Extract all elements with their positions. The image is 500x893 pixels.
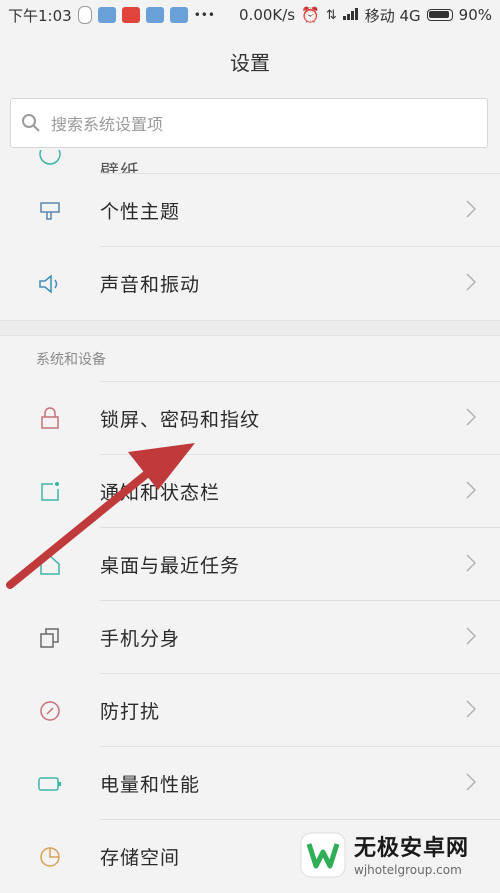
battery-icon: [0, 774, 100, 794]
home-icon: [0, 553, 100, 577]
page-title: 设置: [230, 50, 270, 75]
search-placeholder: 搜索系统设置项: [51, 115, 164, 134]
data-arrows-icon: ⇅: [325, 7, 337, 23]
settings-item-notifications[interactable]: 通知和状态栏: [0, 455, 500, 528]
chevron-right-icon: [466, 480, 477, 503]
settings-item-label: 通知和状态栏: [100, 482, 221, 504]
settings-item-label: 壁纸: [100, 161, 141, 174]
watermark: 无极安卓网 wjhotelgroup.com: [300, 832, 490, 882]
network-speed: 0.00K/s: [239, 6, 296, 24]
notification-icon: [0, 480, 100, 504]
settings-item-do-not-disturb[interactable]: 防打扰: [0, 674, 500, 747]
section-header: 系统和设备: [0, 336, 500, 382]
settings-item-label: 电量和性能: [100, 774, 201, 796]
speaker-icon: [0, 273, 100, 295]
watermark-title: 无极安卓网: [354, 836, 470, 861]
settings-item-wallpaper[interactable]: 壁纸: [0, 150, 500, 174]
carrier-label: 移动 4G: [364, 6, 421, 25]
page-header: 设置: [0, 30, 500, 92]
settings-item-label: 锁屏、密码和指纹: [100, 409, 261, 431]
qq-icon: [77, 6, 92, 24]
app-notification-icon: [169, 7, 188, 23]
more-notifications-icon: •••: [193, 8, 215, 22]
theme-icon: [0, 199, 100, 223]
settings-item-battery[interactable]: 电量和性能: [0, 747, 500, 820]
battery-icon: [426, 9, 453, 21]
settings-item-dual-apps[interactable]: 手机分身: [0, 601, 500, 674]
do-not-disturb-icon: [0, 699, 100, 723]
settings-item-label: 手机分身: [100, 628, 181, 650]
settings-item-theme[interactable]: 个性主题: [0, 174, 500, 247]
settings-item-desktop[interactable]: 桌面与最近任务: [0, 528, 500, 601]
watermark-url: wjhotelgroup.com: [354, 863, 462, 877]
lock-icon: [0, 406, 100, 431]
settings-item-label: 个性主题: [100, 201, 181, 223]
settings-item-label: 存储空间: [100, 847, 181, 869]
app-notification-icon: [97, 7, 116, 23]
chevron-right-icon: [466, 199, 477, 222]
app-notification-icon-red: [121, 7, 140, 23]
chevron-right-icon: [466, 553, 477, 576]
wallpaper-icon: [0, 150, 100, 174]
status-time: 下午1:03: [8, 6, 72, 25]
search-input[interactable]: 搜索系统设置项: [10, 98, 488, 148]
watermark-logo-icon: [300, 832, 346, 882]
chevron-right-icon: [466, 272, 477, 295]
chevron-right-icon: [466, 772, 477, 795]
alarm-icon: ⏰: [301, 6, 320, 24]
settings-item-label: 桌面与最近任务: [100, 555, 241, 577]
settings-item-label: 防打扰: [100, 701, 161, 723]
section-title: 系统和设备: [36, 352, 106, 368]
search-icon: [11, 113, 51, 133]
settings-item-label: 声音和振动: [100, 274, 201, 296]
battery-percent: 90%: [458, 6, 492, 24]
dual-apps-icon: [0, 626, 100, 650]
status-bar: 下午1:03 ••• 0.00K/s ⏰ ⇅ 移动 4G 90%: [0, 0, 500, 30]
settings-item-lockscreen[interactable]: 锁屏、密码和指纹: [0, 382, 500, 455]
chevron-right-icon: [466, 626, 477, 649]
chevron-right-icon: [466, 407, 477, 430]
settings-list: 壁纸 个性主题 声音和振动 系统和设备 锁屏、密码和指纹 通知和状态栏 桌面与最…: [0, 150, 500, 893]
signal-icon: [342, 6, 359, 24]
settings-item-sound[interactable]: 声音和振动: [0, 247, 500, 320]
chevron-right-icon: [466, 699, 477, 722]
section-divider: [0, 320, 500, 336]
app-notification-icon: [145, 7, 164, 23]
storage-icon: [0, 845, 100, 869]
